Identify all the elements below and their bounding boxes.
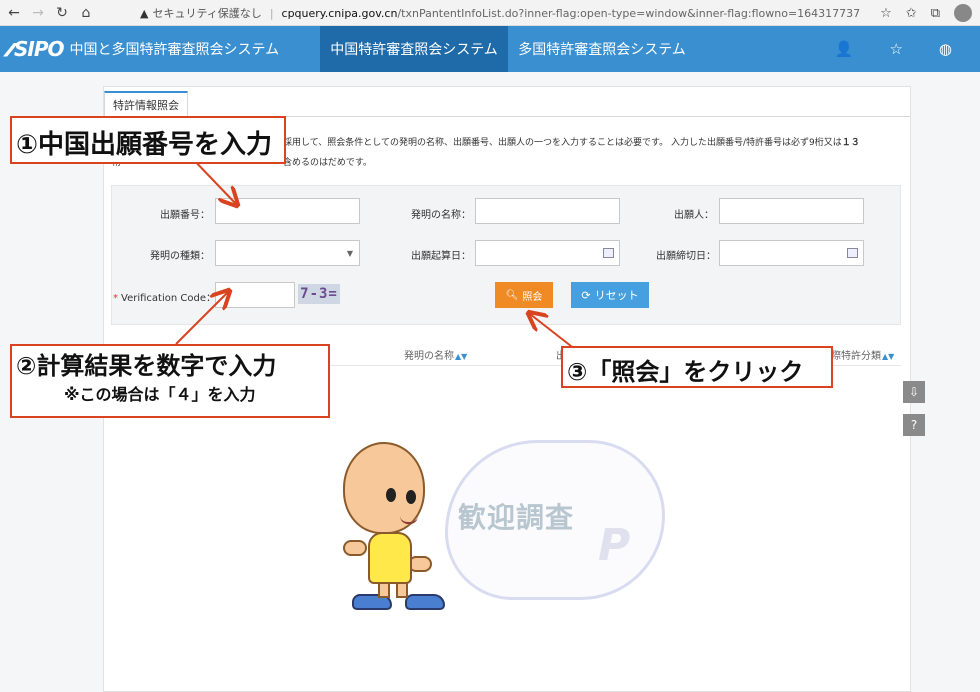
invention-type-label: 発明の種類： xyxy=(150,251,210,262)
verification-code-input[interactable] xyxy=(215,282,295,308)
invention-name-label: 発明の名称： xyxy=(411,210,471,221)
captcha-image[interactable]: 7-3= xyxy=(298,284,340,304)
site-logo[interactable]: ⁄⁄ SIPO 中国と多国特許審査照会システム xyxy=(0,26,320,72)
sort-icon[interactable]: ▲▼ xyxy=(882,352,894,361)
mascot-eye-right xyxy=(406,490,416,504)
invention-name-input[interactable] xyxy=(475,198,620,224)
reload-icon[interactable]: ↻ xyxy=(50,1,74,25)
forward-icon[interactable]: → xyxy=(26,1,50,25)
browser-actions: ☆ ✩ ⧉ xyxy=(880,2,972,24)
reset-button[interactable]: ⟳ リセット xyxy=(571,282,649,308)
download-icon[interactable]: ⇩ xyxy=(903,381,925,403)
applicant-label: 出願人： xyxy=(674,210,714,221)
tab-patent-info[interactable]: 特許情報照会 xyxy=(104,91,188,117)
search-icon: 🔍︎ xyxy=(505,289,519,301)
calendar-icon[interactable] xyxy=(847,248,858,258)
mascot-arm-left xyxy=(343,540,367,556)
url-host: cpquery.cnipa.gov.cn xyxy=(281,6,398,20)
dropdown-caret-icon: ▼ xyxy=(346,249,353,258)
search-button[interactable]: 🔍︎ 照会 xyxy=(495,282,553,308)
site-title: 中国と多国特許審査照会システム xyxy=(69,42,280,58)
annotation-step1: ①中国出願番号を入力 xyxy=(10,116,286,164)
security-status: セキュリティ保護なし xyxy=(152,7,262,20)
help-icon[interactable]: ? xyxy=(903,414,925,436)
notice-text: 採用して、照会条件としての発明の名称、出願番号、出願人の一つを入力することは必要… xyxy=(283,138,860,148)
collections-icon[interactable]: ⧉ xyxy=(931,6,940,21)
watermark-logo: P xyxy=(598,520,631,571)
app-number-label: 出願番号： xyxy=(160,210,210,221)
filing-end-label: 出願締切日： xyxy=(656,251,716,262)
logo-text: SIPO xyxy=(14,37,65,61)
home-icon[interactable]: ⌂ xyxy=(74,1,98,25)
user-icon[interactable]: 👤 xyxy=(835,40,854,58)
nav-china-patent[interactable]: 中国特許審査照会システム xyxy=(320,26,508,72)
profile-avatar[interactable] xyxy=(954,4,972,22)
star-icon[interactable]: ☆ xyxy=(889,40,902,58)
applicant-input[interactable] xyxy=(719,198,864,224)
favorites-icon[interactable]: ✩ xyxy=(906,6,917,21)
warning-icon: ▲ xyxy=(140,6,149,20)
sort-icon[interactable]: ▲▼ xyxy=(455,352,467,361)
mascot-body xyxy=(368,532,412,584)
app-number-input[interactable] xyxy=(215,198,360,224)
column-invention-name[interactable]: 発明の名称▲▼ xyxy=(404,347,467,362)
address-bar[interactable]: ▲ セキュリティ保護なし | cpquery.cnipa.gov.cn/txnP… xyxy=(140,2,860,24)
annotation-step3: ③「照会」をクリック xyxy=(561,346,833,388)
welcome-text: 歓迎調査 xyxy=(458,501,575,534)
filing-start-date-input[interactable] xyxy=(475,240,620,266)
filing-end-date-input[interactable] xyxy=(719,240,864,266)
filing-start-label: 出願起算日： xyxy=(411,251,471,262)
site-header: ⁄⁄ SIPO 中国と多国特許審査照会システム 中国特許審査照会システム 多国特許… xyxy=(0,26,980,72)
nav-multi-patent[interactable]: 多国特許審査照会システム xyxy=(508,26,696,72)
invention-type-select[interactable]: ▼ xyxy=(215,240,360,266)
annotation-step2: ②計算結果を数字で入力 ※この場合は「４」を入力 xyxy=(10,344,330,418)
favorite-add-icon[interactable]: ☆ xyxy=(880,6,892,21)
url-path: /txnPantentInfoList.do?inner-flag:open-t… xyxy=(397,6,860,20)
refresh-icon: ⟳ xyxy=(581,289,591,302)
annotation-step2-note: ※この場合は「４」を入力 xyxy=(64,385,256,404)
mascot-shoe-right xyxy=(405,594,445,610)
back-icon[interactable]: ← xyxy=(2,1,26,25)
verification-label: * Verification Code： xyxy=(113,293,216,304)
address-separator: | xyxy=(269,6,274,20)
calendar-icon[interactable] xyxy=(603,248,614,258)
mascot-eye-left xyxy=(386,488,396,502)
globe-icon[interactable]: ◍ xyxy=(939,40,952,58)
logo-icon: ⁄⁄ xyxy=(8,40,13,61)
